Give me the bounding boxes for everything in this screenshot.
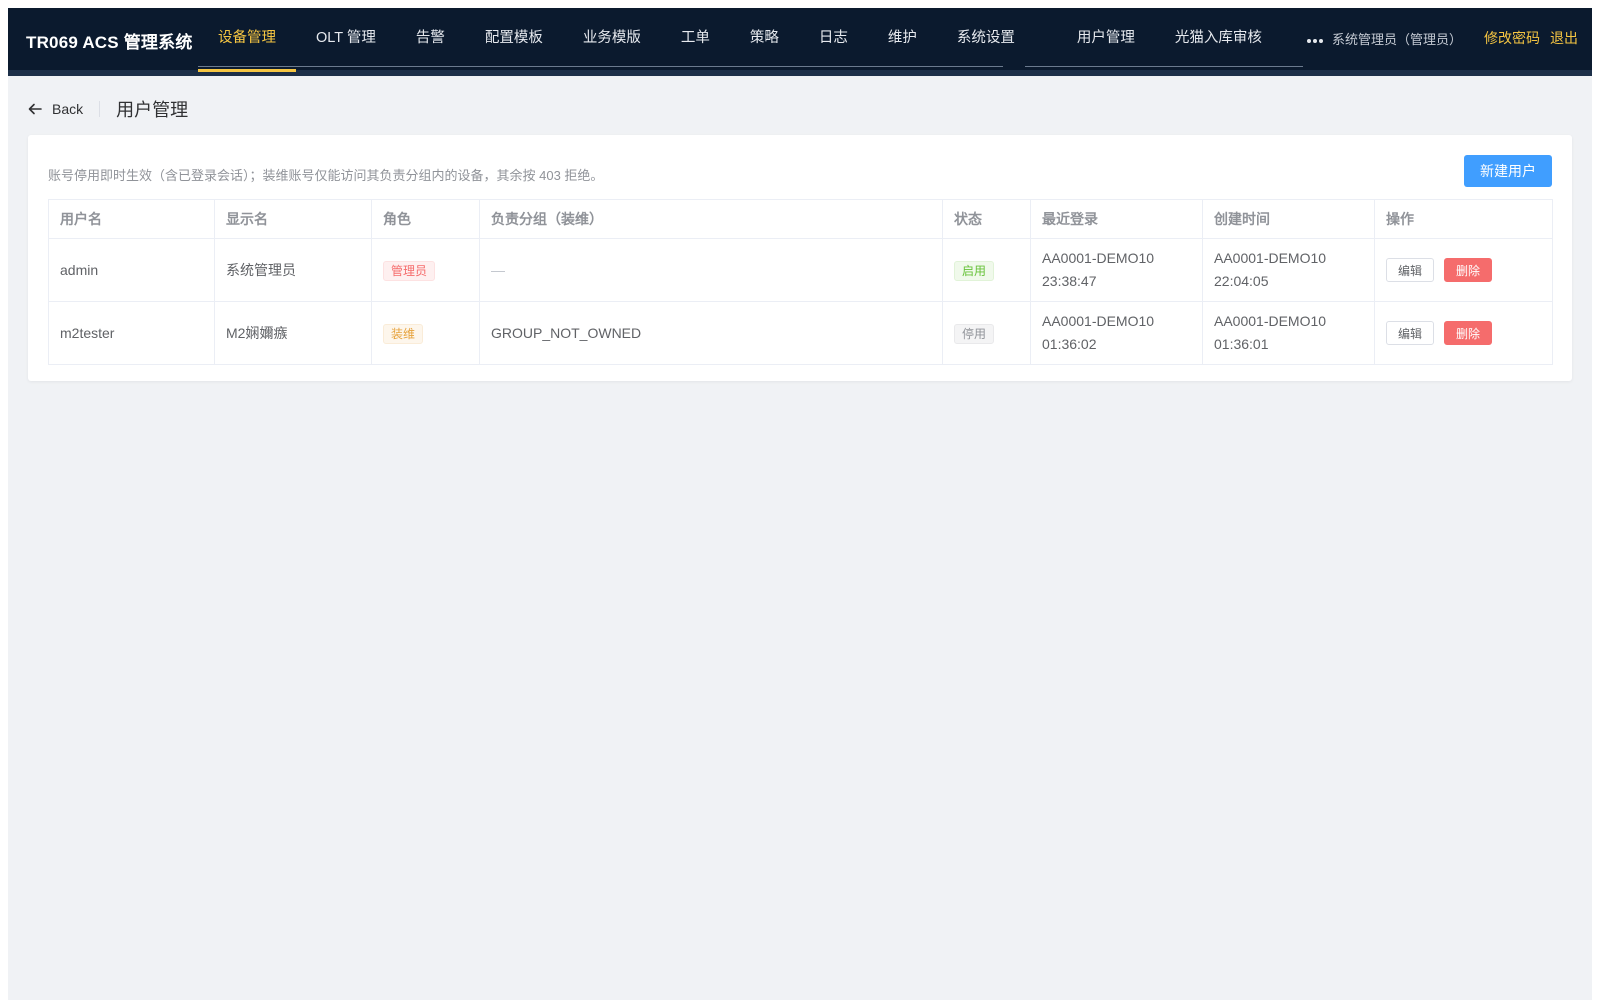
created-line2: 22:04:05 [1214,273,1269,289]
cell-username: m2tester [48,301,215,365]
column-header-display-name: 显示名 [214,199,372,239]
status-badge: 停用 [954,323,995,344]
arrow-left-icon [28,103,42,115]
cell-role: 管理员 [371,238,480,302]
cell-created-at: AA0001-DEMO10 01:36:01 [1202,301,1375,365]
delete-button[interactable]: 删除 [1444,321,1492,345]
cell-username: admin [48,238,215,302]
users-table: 用户名 显示名 角色 负责分组（装维） 状态 最近登录 创建时间 操作 admi… [48,199,1553,365]
last-login-line2: 01:36:02 [1042,336,1097,352]
cell-created-at: AA0001-DEMO10 22:04:05 [1202,238,1375,302]
group-empty: — [491,261,505,278]
nav-gap [1035,8,1057,70]
table-header-row: 用户名 显示名 角色 负责分组（装维） 状态 最近登录 创建时间 操作 [48,199,1553,239]
current-user-name: 系统管理员（管理员） [1331,31,1462,47]
users-card: 账号停用即时生效（含已登录会话）；装维账号仅能访问其负责分组内的设备，其余按 4… [28,135,1572,381]
column-header-status: 状态 [942,199,1031,239]
cell-last-login: AA0001-DEMO10 01:36:02 [1030,301,1203,365]
nav-underline-right [1025,66,1303,67]
cell-actions: 编辑 删除 [1374,238,1553,302]
last-login-line1: AA0001-DEMO10 [1042,250,1155,266]
column-header-group: 负责分组（装维） [479,199,943,239]
nav-user-management[interactable]: 用户管理 [1057,8,1155,70]
header-divider [99,101,101,117]
page-title: 用户管理 [116,100,189,120]
ellipsis-icon [1306,9,1324,69]
cell-status: 启用 [942,238,1031,302]
change-password-link[interactable]: 修改密码 [1484,28,1540,48]
user-area: 系统管理员（管理员） 修改密码 退出 [1332,28,1578,48]
column-header-actions: 操作 [1374,199,1553,239]
nav-maintenance[interactable]: 维护 [868,8,937,70]
table-row: admin 系统管理员 管理员 — 启用 AA0001-DEMO10 23:38… [48,238,1553,302]
delete-button[interactable]: 删除 [1444,258,1492,282]
cell-group: GROUP_NOT_OWNED [479,301,943,365]
nav-work-orders[interactable]: 工单 [661,8,730,70]
cell-actions: 编辑 删除 [1374,301,1553,365]
column-header-username: 用户名 [48,199,215,239]
logout-link[interactable]: 退出 [1550,28,1578,48]
created-line2: 01:36:01 [1214,336,1269,352]
created-line1: AA0001-DEMO10 [1214,250,1327,266]
nav-logs[interactable]: 日志 [799,8,868,70]
role-badge: 装维 [383,323,424,344]
cell-status: 停用 [942,301,1031,365]
role-badge: 管理员 [383,260,436,281]
table-row: m2tester M2娴嬭瘯 装维 GROUP_NOT_OWNED 停用 AA0… [48,301,1553,365]
new-user-button[interactable]: 新建用户 [1464,155,1552,187]
last-login-line2: 23:38:47 [1042,273,1097,289]
top-navbar: TR069 ACS 管理系统 设备管理 OLT 管理 告警 配置模板 业务模版 … [8,8,1592,76]
brand-title: TR069 ACS 管理系统 [26,33,193,52]
created-line1: AA0001-DEMO10 [1214,313,1327,329]
app-root: TR069 ACS 管理系统 设备管理 OLT 管理 告警 配置模板 业务模版 … [8,8,1592,1000]
last-login-line1: AA0001-DEMO10 [1042,313,1155,329]
nav-device-management[interactable]: 设备管理 [198,8,296,72]
nav-olt-management[interactable]: OLT 管理 [296,8,396,70]
back-button[interactable]: Back [28,101,83,117]
status-badge: 启用 [954,260,995,281]
column-header-created-at: 创建时间 [1202,199,1375,239]
edit-button[interactable]: 编辑 [1386,321,1434,345]
nav-config-templates[interactable]: 配置模板 [465,8,563,70]
nav-alarms[interactable]: 告警 [396,8,465,70]
page-header: Back 用户管理 [28,98,188,120]
cell-last-login: AA0001-DEMO10 23:38:47 [1030,238,1203,302]
cell-display-name: 系统管理员 [214,238,372,302]
column-header-last-login: 最近登录 [1030,199,1203,239]
cell-role: 装维 [371,301,480,365]
main-nav: 设备管理 OLT 管理 告警 配置模板 业务模版 工单 策略 日志 维护 系统设… [198,8,1348,72]
nav-service-templates[interactable]: 业务模版 [563,8,661,70]
back-label: Back [52,101,84,117]
column-header-role: 角色 [371,199,480,239]
cell-display-name: M2娴嬭瘯 [214,301,372,365]
nav-ont-intake-review[interactable]: 光猫入库审核 [1155,8,1282,70]
cell-group: — [479,238,943,302]
policy-hint: 账号停用即时生效（含已登录会话）；装维账号仅能访问其负责分组内的设备，其余按 4… [48,168,604,183]
nav-underline-left [198,66,1003,67]
edit-button[interactable]: 编辑 [1386,258,1434,282]
nav-policies[interactable]: 策略 [730,8,799,70]
nav-system-settings[interactable]: 系统设置 [937,8,1035,70]
